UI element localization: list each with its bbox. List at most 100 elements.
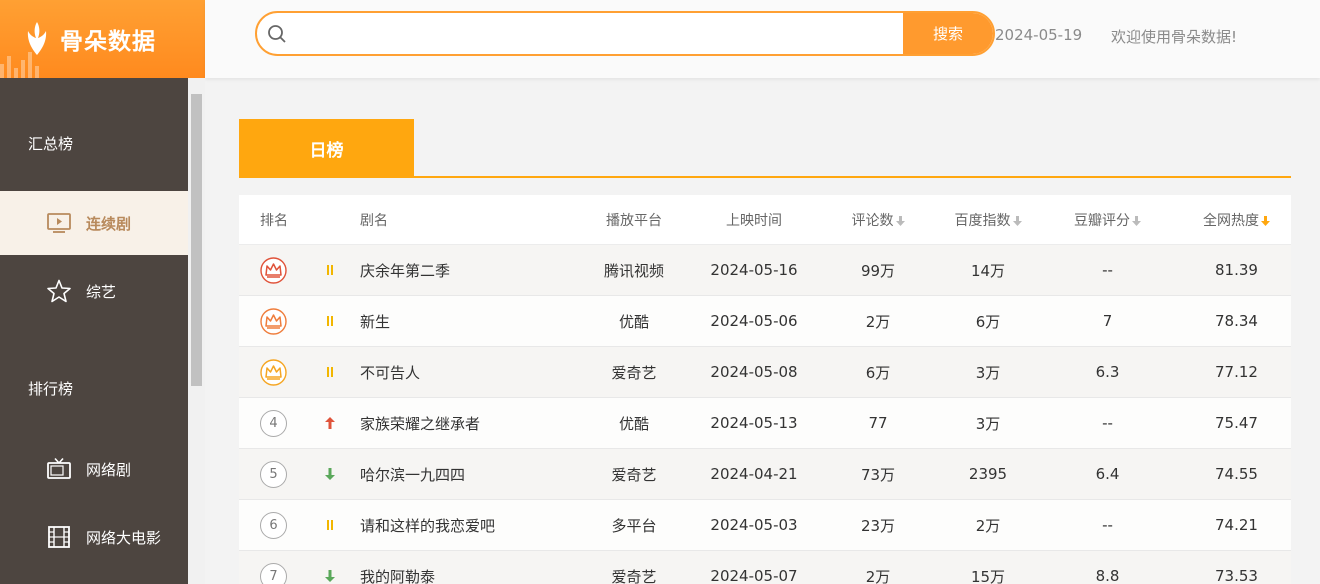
trend-same-icon	[327, 520, 333, 530]
release-cell: 2024-05-13	[710, 414, 798, 432]
comments-cell: 99万	[860, 261, 896, 280]
brand-logo[interactable]: 骨朵数据	[0, 0, 205, 78]
header-baidu[interactable]: 百度指数	[943, 210, 1033, 230]
douban-cell: --	[1102, 414, 1113, 432]
baidu-cell: 14万	[970, 261, 1006, 280]
table-row[interactable]: 4 家族荣耀之继承者 优酷 2024-05-13 77 3万 -- 75.47	[239, 398, 1291, 449]
logo-decoration	[0, 52, 39, 78]
search-bar: 搜索	[255, 11, 995, 56]
heat-cell: 81.39	[1215, 261, 1258, 279]
header-douban-label: 豆瓣评分	[1074, 212, 1130, 229]
sidebar-item-variety[interactable]: 综艺	[0, 259, 188, 323]
header-baidu-label: 百度指数	[954, 212, 1011, 229]
baidu-cell: 6万	[975, 312, 1001, 331]
drama-name[interactable]: 新生	[359, 311, 573, 332]
rank-number: 5	[260, 460, 287, 488]
trend-cell	[301, 265, 359, 275]
release-cell: 2024-05-03	[710, 516, 798, 534]
header-comments[interactable]: 评论数	[813, 210, 943, 230]
sidebar-item-label: 网络剧	[86, 460, 132, 479]
drama-name[interactable]: 我的阿勒泰	[359, 566, 573, 584]
tab-daily[interactable]: 日榜	[239, 119, 414, 177]
trend-cell	[301, 316, 359, 326]
trend-cell	[301, 367, 359, 377]
rank-cell: 4	[239, 409, 301, 437]
platform-cell: 多平台	[611, 516, 657, 535]
rank-cell	[239, 307, 301, 335]
drama-name[interactable]: 哈尔滨一九四四	[359, 464, 573, 485]
douban-cell: 8.8	[1095, 567, 1120, 584]
crown-rank-icon	[260, 307, 287, 335]
heat-cell: 77.12	[1215, 363, 1258, 381]
douban-cell: --	[1102, 261, 1113, 279]
release-cell: 2024-04-21	[710, 465, 798, 483]
baidu-cell: 2万	[975, 516, 1001, 535]
table-row[interactable]: 5 哈尔滨一九四四 爱奇艺 2024-04-21 73万 2395 6.4 74.55	[239, 449, 1291, 500]
trend-cell	[301, 417, 359, 429]
sidebar-item-web-movie[interactable]: 网络大电影	[0, 505, 188, 569]
tv-icon	[46, 457, 72, 481]
brand-name: 骨朵数据	[60, 29, 156, 55]
header-name: 剧名	[360, 212, 388, 229]
header-heat[interactable]: 全网热度	[1182, 210, 1291, 230]
drama-name[interactable]: 家族荣耀之继承者	[359, 413, 573, 434]
rank-cell	[239, 256, 301, 284]
drama-name[interactable]: 请和这样的我恋爱吧	[359, 515, 573, 536]
rank-number: 4	[260, 409, 287, 437]
scrollbar-thumb[interactable]	[191, 94, 202, 386]
douban-cell: 7	[1102, 312, 1113, 330]
trend-same-icon	[327, 367, 333, 377]
rank-cell: 7	[239, 562, 301, 584]
star-icon	[46, 279, 72, 303]
table-row[interactable]: 庆余年第二季 腾讯视频 2024-05-16 99万 14万 -- 81.39	[239, 245, 1291, 296]
top-header: 搜索 2024-05-19 欢迎使用骨朵数据!	[205, 0, 1320, 78]
release-cell: 2024-05-16	[710, 261, 798, 279]
baidu-cell: 3万	[975, 363, 1001, 382]
comments-cell: 77	[868, 414, 888, 432]
table-row[interactable]: 7 我的阿勒泰 爱奇艺 2024-05-07 2万 15万 8.8 73.53	[239, 551, 1291, 584]
table-row[interactable]: 新生 优酷 2024-05-06 2万 6万 7 78.34	[239, 296, 1291, 347]
sort-down-icon	[895, 215, 905, 226]
sidebar: 汇总榜 连续剧 综艺 排行榜 网络剧 网络大电影	[0, 78, 188, 584]
douban-cell: --	[1102, 516, 1113, 534]
crown-rank-icon	[260, 256, 287, 284]
comments-cell: 23万	[860, 516, 896, 535]
heat-cell: 74.55	[1215, 465, 1258, 483]
header-release: 上映时间	[726, 212, 782, 229]
search-input[interactable]	[297, 13, 903, 54]
drama-name[interactable]: 庆余年第二季	[359, 260, 573, 281]
sidebar-item-series[interactable]: 连续剧	[0, 191, 188, 255]
header-comments-label: 评论数	[851, 212, 894, 229]
table-row[interactable]: 不可告人 爱奇艺 2024-05-08 6万 3万 6.3 77.12	[239, 347, 1291, 398]
sidebar-item-label: 连续剧	[86, 214, 132, 233]
sidebar-item-web-series[interactable]: 网络剧	[0, 437, 188, 501]
sort-down-icon	[1012, 215, 1022, 226]
search-button[interactable]: 搜索	[903, 13, 993, 54]
welcome-message: 欢迎使用骨朵数据!	[1111, 28, 1238, 46]
douban-cell: 6.4	[1095, 465, 1120, 483]
release-cell: 2024-05-06	[710, 312, 798, 330]
sidebar-scrollbar[interactable]	[188, 78, 205, 584]
heat-cell: 73.53	[1215, 567, 1258, 584]
trend-same-icon	[327, 316, 333, 326]
platform-cell: 腾讯视频	[603, 261, 664, 280]
table-header: 排名 剧名 播放平台 上映时间 评论数 百度指数 豆瓣评分 全网热度	[239, 195, 1291, 245]
trend-down-icon	[325, 468, 335, 480]
search-icon	[257, 13, 297, 54]
platform-cell: 爱奇艺	[611, 363, 657, 382]
table-row[interactable]: 6 请和这样的我恋爱吧 多平台 2024-05-03 23万 2万 -- 74.21	[239, 500, 1291, 551]
trend-up-icon	[325, 417, 335, 429]
tv-play-icon	[46, 211, 72, 235]
douban-cell: 6.3	[1095, 363, 1120, 381]
heat-cell: 78.34	[1215, 312, 1258, 330]
sidebar-item-label: 网络大电影	[86, 528, 162, 547]
release-cell: 2024-05-08	[710, 363, 798, 381]
drama-name[interactable]: 不可告人	[359, 362, 573, 383]
platform-cell: 爱奇艺	[611, 465, 657, 484]
header-platform: 播放平台	[606, 212, 662, 229]
sort-down-active-icon	[1261, 215, 1270, 226]
rank-cell	[239, 358, 301, 386]
comments-cell: 6万	[865, 363, 891, 382]
header-douban[interactable]: 豆瓣评分	[1033, 210, 1182, 230]
baidu-cell: 3万	[975, 414, 1001, 433]
